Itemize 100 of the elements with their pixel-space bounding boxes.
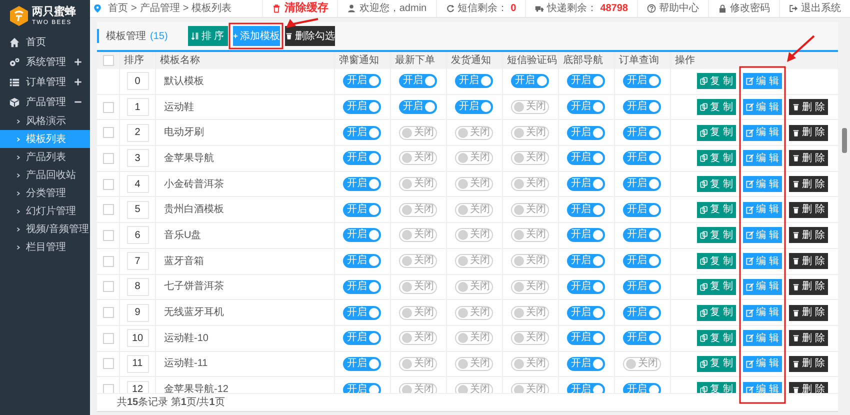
- copy-button[interactable]: 复 制: [697, 176, 736, 192]
- toggle-switch[interactable]: 关闭: [511, 306, 549, 320]
- checkbox[interactable]: [102, 358, 114, 370]
- checkbox[interactable]: [102, 281, 114, 292]
- edit-button[interactable]: 编 辑: [743, 227, 782, 244]
- toggle-switch[interactable]: 关闭: [455, 356, 493, 371]
- sidebar-subitem[interactable]: 产品列表: [0, 148, 90, 166]
- toggle-switch[interactable]: 开启: [343, 356, 381, 371]
- sidebar-subitem[interactable]: 风格演示: [0, 112, 90, 130]
- edit-button[interactable]: 编 辑: [743, 99, 782, 116]
- toggle-switch[interactable]: 开启: [567, 356, 605, 371]
- sidebar-subitem[interactable]: 分类管理: [0, 184, 90, 202]
- sort-input[interactable]: 12: [126, 380, 148, 393]
- delete-button[interactable]: 删 除: [789, 150, 828, 166]
- toggle-switch[interactable]: 开启: [343, 280, 381, 294]
- toggle-switch[interactable]: 开启: [343, 74, 381, 88]
- delete-button[interactable]: 删 除: [789, 124, 828, 141]
- checkbox[interactable]: [102, 384, 114, 393]
- toggle-switch[interactable]: 开启: [567, 100, 605, 114]
- top-link[interactable]: 退出系统: [779, 0, 850, 17]
- toggle-switch[interactable]: 关闭: [511, 151, 549, 166]
- breadcrumb-link[interactable]: 首页: [108, 1, 128, 16]
- delete-button[interactable]: 删 除: [789, 253, 828, 270]
- delete-button[interactable]: 删 除: [789, 99, 828, 116]
- sidebar-subitem[interactable]: 模板列表: [0, 130, 90, 148]
- toggle-switch[interactable]: 关闭: [511, 177, 549, 192]
- toggle-switch[interactable]: 开启: [343, 126, 381, 140]
- toggle-switch[interactable]: 关闭: [455, 382, 493, 393]
- toggle-switch[interactable]: 关闭: [623, 356, 661, 371]
- toggle-switch[interactable]: 关闭: [511, 254, 549, 268]
- sort-input[interactable]: 11: [126, 354, 148, 373]
- toggle-switch[interactable]: 开启: [343, 254, 381, 268]
- checkbox[interactable]: [102, 230, 114, 241]
- toggle-switch[interactable]: 开启: [567, 202, 605, 217]
- checkbox[interactable]: [102, 152, 114, 164]
- sidebar-subitem[interactable]: 产品回收站: [0, 166, 90, 184]
- toggle-switch[interactable]: 开启: [623, 74, 661, 88]
- toggle-switch[interactable]: 关闭: [455, 331, 493, 346]
- delete-button[interactable]: 删 除: [789, 227, 828, 244]
- toggle-switch[interactable]: 开启: [567, 126, 605, 140]
- toggle-switch[interactable]: 关闭: [399, 228, 437, 242]
- toggle-switch[interactable]: 开启: [623, 100, 661, 114]
- sort-input[interactable]: 6: [126, 226, 148, 244]
- toggle-switch[interactable]: 开启: [623, 331, 661, 346]
- sort-input[interactable]: 4: [126, 175, 148, 194]
- checkbox[interactable]: [102, 256, 114, 267]
- edit-button[interactable]: 编 辑: [743, 330, 782, 346]
- edit-button[interactable]: 编 辑: [743, 202, 782, 218]
- toggle-switch[interactable]: 关闭: [399, 306, 437, 320]
- toggle-switch[interactable]: 开启: [343, 228, 381, 242]
- toggle-switch[interactable]: 开启: [567, 280, 605, 294]
- copy-button[interactable]: 复 制: [697, 278, 736, 295]
- checkbox[interactable]: [102, 127, 114, 138]
- sidebar-item[interactable]: 系统管理: [0, 52, 90, 72]
- top-link[interactable]: 清除缓存: [262, 0, 338, 17]
- top-link[interactable]: 帮助中心: [637, 0, 708, 17]
- toggle-switch[interactable]: 开启: [623, 151, 661, 166]
- toggle-switch[interactable]: 开启: [343, 331, 381, 346]
- toggle-switch[interactable]: 开启: [567, 228, 605, 242]
- delete-button[interactable]: 删 除: [789, 278, 828, 295]
- scrollbar-thumb[interactable]: [842, 128, 847, 153]
- breadcrumb-link[interactable]: 产品管理: [140, 1, 180, 16]
- sort-input[interactable]: 5: [126, 200, 148, 219]
- sort-input[interactable]: 0: [126, 72, 148, 90]
- toggle-switch[interactable]: 关闭: [511, 100, 549, 114]
- toggle-switch[interactable]: 关闭: [399, 356, 437, 371]
- toggle-switch[interactable]: 开启: [567, 74, 605, 88]
- delete-button[interactable]: 删 除: [789, 330, 828, 346]
- toggle-switch[interactable]: 开启: [623, 280, 661, 294]
- edit-button[interactable]: 编 辑: [743, 278, 782, 295]
- toggle-switch[interactable]: 关闭: [511, 356, 549, 371]
- sort-input[interactable]: 2: [126, 124, 148, 142]
- sort-input[interactable]: 1: [126, 98, 148, 116]
- toggle-switch[interactable]: 关闭: [455, 126, 493, 140]
- sidebar-subitem[interactable]: 视频/音频管理: [0, 220, 90, 238]
- toggle-switch[interactable]: 开启: [399, 100, 437, 114]
- toggle-switch[interactable]: 开启: [567, 382, 605, 393]
- delete-selected-button[interactable]: 删除勾选: [284, 26, 335, 46]
- checkbox[interactable]: [102, 204, 114, 216]
- toggle-switch[interactable]: 开启: [567, 151, 605, 166]
- toggle-switch[interactable]: 开启: [343, 202, 381, 217]
- toggle-switch[interactable]: 开启: [511, 74, 549, 88]
- toggle-switch[interactable]: 关闭: [399, 177, 437, 192]
- toggle-switch[interactable]: 开启: [623, 254, 661, 268]
- toggle-switch[interactable]: 开启: [623, 306, 661, 320]
- copy-button[interactable]: 复 制: [697, 150, 736, 166]
- toggle-switch[interactable]: 关闭: [455, 202, 493, 217]
- copy-button[interactable]: 复 制: [697, 330, 736, 346]
- top-link[interactable]: 欢迎您，admin: [337, 0, 436, 17]
- sidebar-item[interactable]: 订单管理: [0, 72, 90, 92]
- toggle-switch[interactable]: 开启: [343, 177, 381, 192]
- toggle-switch[interactable]: 关闭: [511, 202, 549, 217]
- edit-button[interactable]: 编 辑: [743, 382, 782, 393]
- top-counter[interactable]: 短信剩余： 0: [436, 0, 526, 17]
- toggle-switch[interactable]: 关闭: [455, 280, 493, 294]
- toggle-switch[interactable]: 开启: [567, 177, 605, 192]
- copy-button[interactable]: 复 制: [697, 253, 736, 270]
- copy-button[interactable]: 复 制: [697, 356, 736, 372]
- toggle-switch[interactable]: 关闭: [455, 228, 493, 242]
- toggle-switch[interactable]: 关闭: [399, 280, 437, 294]
